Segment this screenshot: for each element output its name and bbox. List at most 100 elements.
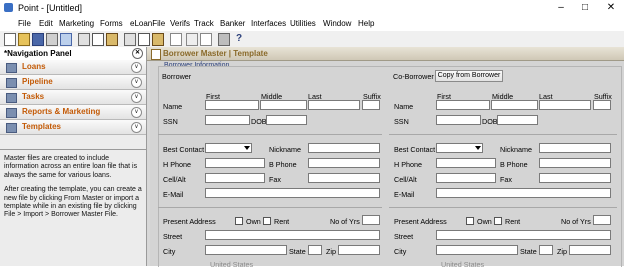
nickname-input[interactable] <box>308 143 380 153</box>
middle-name-input[interactable] <box>260 100 307 110</box>
co-first-name-input[interactable] <box>436 100 490 110</box>
no-of-yrs-input[interactable] <box>362 215 380 225</box>
nav-item-templates[interactable]: Templates ∨ <box>0 120 146 135</box>
co-dob-input[interactable] <box>497 115 538 125</box>
nav-label: Reports & Marketing <box>22 107 101 116</box>
new-file-icon[interactable] <box>4 33 16 46</box>
b-phone-input[interactable] <box>308 158 380 168</box>
open-folder-icon[interactable] <box>18 33 30 46</box>
document-icon <box>151 49 161 60</box>
rent-checkbox[interactable] <box>263 217 271 225</box>
state-input[interactable] <box>308 245 322 255</box>
chevron-down-icon[interactable]: ∨ <box>131 62 142 73</box>
co-cell-label: Cell/Alt <box>394 175 417 184</box>
cut-icon[interactable] <box>78 33 90 46</box>
select-icon[interactable] <box>186 33 198 46</box>
zip-label: Zip <box>326 247 336 256</box>
city-input[interactable] <box>205 245 287 255</box>
co-fax-input[interactable] <box>539 173 611 183</box>
co-no-of-yrs-input[interactable] <box>593 215 611 225</box>
chevron-down-icon[interactable]: ∨ <box>131 107 142 118</box>
nav-item-pipeline[interactable]: Pipeline ∨ <box>0 75 146 90</box>
clipboard-icon[interactable] <box>152 33 164 46</box>
calc-icon[interactable] <box>218 33 230 46</box>
save-icon[interactable] <box>32 33 44 46</box>
street-input[interactable] <box>205 230 380 240</box>
co-country-select[interactable]: United States <box>441 260 484 269</box>
dob-input[interactable] <box>266 115 307 125</box>
b-phone-label: B Phone <box>269 160 297 169</box>
menu-help[interactable]: Help <box>358 19 374 28</box>
name-label: Name <box>163 102 183 111</box>
help-icon[interactable]: ? <box>236 33 246 44</box>
last-name-input[interactable] <box>308 100 360 110</box>
menu-marketing[interactable]: Marketing <box>59 19 94 28</box>
navigation-panel: *Navigation Panel ✕ Loans ∨ Pipeline ∨ T… <box>0 47 147 266</box>
minimize-button[interactable]: – <box>550 0 572 16</box>
co-nickname-input[interactable] <box>539 143 611 153</box>
chevron-down-icon[interactable]: ∨ <box>131 122 142 133</box>
checklist-icon[interactable] <box>200 33 212 46</box>
fax-input[interactable] <box>308 173 380 183</box>
cell-input[interactable] <box>205 173 265 183</box>
menu-verifs[interactable]: Verifs <box>170 19 190 28</box>
nav-item-tasks[interactable]: Tasks ∨ <box>0 90 146 105</box>
menu-window[interactable]: Window <box>323 19 351 28</box>
co-best-contact-select[interactable] <box>436 143 483 153</box>
nickname-label: Nickname <box>269 145 301 154</box>
zip-input[interactable] <box>338 245 380 255</box>
co-street-input[interactable] <box>436 230 611 240</box>
toolbar: ? <box>0 31 624 48</box>
close-button[interactable]: ✕ <box>600 0 622 16</box>
menu-utilities[interactable]: Utilities <box>290 19 316 28</box>
email-label: E-Mail <box>163 190 184 199</box>
suffix-input[interactable] <box>362 100 380 110</box>
menu-forms[interactable]: Forms <box>100 19 123 28</box>
page-icon[interactable] <box>170 33 182 46</box>
chevron-down-icon[interactable]: ∨ <box>131 77 142 88</box>
co-h-phone-input[interactable] <box>436 158 496 168</box>
co-rent-checkbox[interactable] <box>494 217 502 225</box>
no-of-yrs-label: No of Yrs <box>330 217 360 226</box>
paste-icon[interactable] <box>106 33 118 46</box>
menu-banker[interactable]: Banker <box>220 19 245 28</box>
co-email-label: E-Mail <box>394 190 415 199</box>
menu-interfaces[interactable]: Interfaces <box>251 19 286 28</box>
country-select[interactable]: United States <box>210 260 253 269</box>
co-city-input[interactable] <box>436 245 518 255</box>
co-last-name-input[interactable] <box>539 100 591 110</box>
menu-edit[interactable]: Edit <box>39 19 53 28</box>
co-ssn-input[interactable] <box>436 115 481 125</box>
co-email-input[interactable] <box>436 188 611 198</box>
menu-eloanfile[interactable]: eLoanFile <box>130 19 165 28</box>
own-checkbox[interactable] <box>235 217 243 225</box>
ssn-input[interactable] <box>205 115 250 125</box>
chevron-down-icon[interactable]: ∨ <box>131 92 142 103</box>
co-zip-input[interactable] <box>569 245 611 255</box>
co-own-checkbox[interactable] <box>466 217 474 225</box>
duplicate-icon[interactable] <box>138 33 150 46</box>
maximize-button[interactable]: □ <box>574 0 596 16</box>
nav-item-reports-marketing[interactable]: Reports & Marketing ∨ <box>0 105 146 120</box>
scissors-icon[interactable] <box>124 33 136 46</box>
h-phone-input[interactable] <box>205 158 265 168</box>
find-icon[interactable] <box>60 33 72 46</box>
menu-track[interactable]: Track <box>194 19 214 28</box>
nav-item-loans[interactable]: Loans ∨ <box>0 60 146 75</box>
co-state-input[interactable] <box>539 245 553 255</box>
copy-from-borrower-button[interactable]: Copy from Borrower <box>435 70 503 82</box>
close-panel-icon[interactable]: ✕ <box>132 48 143 59</box>
co-no-of-yrs-label: No of Yrs <box>561 217 591 226</box>
co-b-phone-input[interactable] <box>539 158 611 168</box>
print-icon[interactable] <box>46 33 58 46</box>
co-ssn-label: SSN <box>394 117 409 126</box>
co-cell-input[interactable] <box>436 173 496 183</box>
co-middle-name-input[interactable] <box>491 100 538 110</box>
best-contact-select[interactable] <box>205 143 252 153</box>
copy-icon[interactable] <box>92 33 104 46</box>
email-input[interactable] <box>205 188 380 198</box>
chevron-down-icon <box>475 146 481 150</box>
menu-file[interactable]: File <box>18 19 31 28</box>
first-name-input[interactable] <box>205 100 259 110</box>
co-suffix-input[interactable] <box>593 100 611 110</box>
